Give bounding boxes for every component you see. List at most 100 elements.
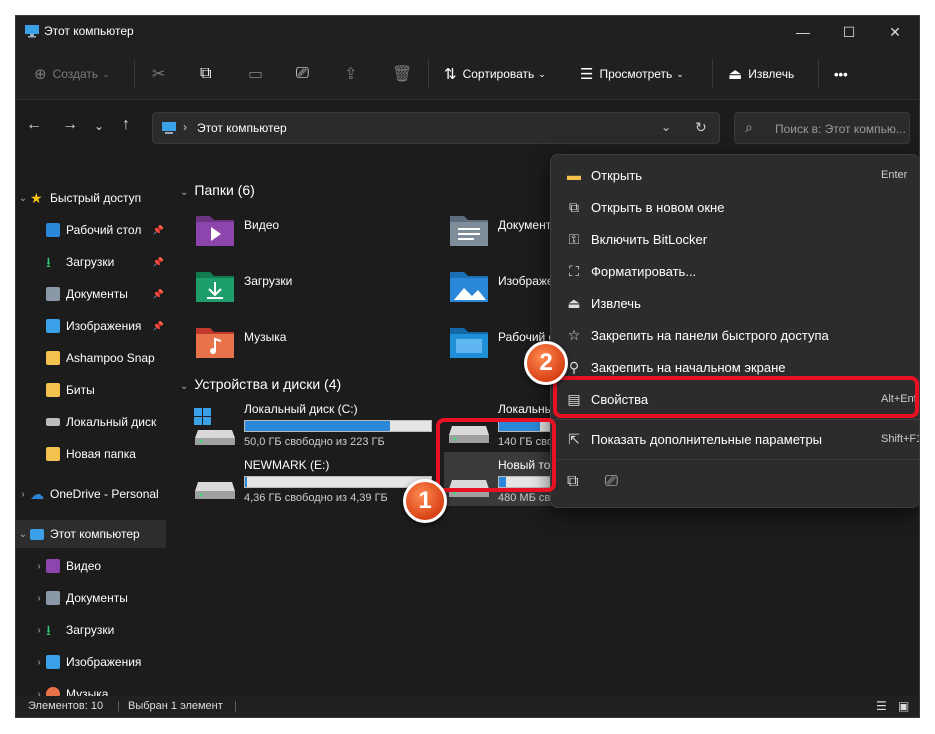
sidebar-item-local-disk[interactable]: Локальный диск <box>16 408 166 436</box>
breadcrumb[interactable]: Этот компьютер <box>197 121 287 135</box>
search-input[interactable]: ⌕ Поиск в: Этот компью... <box>734 112 910 144</box>
sidebar-item-bits[interactable]: Биты <box>16 376 166 404</box>
menu-item-bitlocker[interactable]: ⚿ Включить BitLocker <box>551 223 919 255</box>
history-chevron-icon[interactable]: ⌄ <box>661 120 671 134</box>
copy-icon[interactable]: ⧉ <box>567 473 578 491</box>
address-bar[interactable]: › Этот компьютер ⌄ ↻ <box>152 112 720 144</box>
sidebar-item-pc-documents[interactable]: › Документы <box>16 584 166 612</box>
menu-item-eject[interactable]: ⏏ Извлечь <box>551 287 919 319</box>
context-menu: ▬ Открыть Enter ⧉ Открыть в новом окне ⚿ Вкл… <box>550 154 919 508</box>
system-drive-icon <box>194 408 235 445</box>
sidebar-item-label: Локальный диск <box>66 415 157 429</box>
up-icon[interactable]: ↑ <box>122 116 130 134</box>
rename-icon[interactable]: ⎚ <box>605 473 618 491</box>
chevron-down-icon: ⌄ <box>18 528 28 540</box>
folder-label: Загрузки <box>244 274 293 288</box>
forward-icon[interactable]: → <box>62 116 78 134</box>
drives-section-header[interactable]: ⌄ Устройства и диски (4) <box>180 376 341 392</box>
sidebar-item-label: Изображения <box>66 655 142 669</box>
document-folder-icon <box>450 216 488 246</box>
command-bar: ⊕ Создать ⌄ ✂ ⧉ ▭ ⎚ ⇪ 🗑 ⇅ Сортировать ⌄ ☰ Про… <box>16 48 919 100</box>
sort-button[interactable]: ⇅ Сортировать ⌄ <box>444 48 546 100</box>
folder-video[interactable]: Видео <box>194 210 434 258</box>
sidebar-item-this-pc[interactable]: ⌄ Этот компьютер <box>16 520 166 548</box>
sidebar-item-documents[interactable]: Документы 📌 <box>16 280 166 308</box>
document-icon <box>46 287 60 301</box>
share-icon: ⇪ <box>344 66 358 83</box>
title-bar: Этот компьютер — ☐ ✕ <box>16 16 919 48</box>
menu-item-shortcut: Enter <box>881 169 908 181</box>
drive-highlight <box>436 418 556 492</box>
drive-usage-bar <box>244 420 432 432</box>
folder-downloads[interactable]: Загрузки <box>194 266 434 314</box>
desktop-icon <box>46 223 60 237</box>
folder-music[interactable]: Музыка <box>194 322 434 370</box>
search-placeholder: Поиск в: Этот компью... <box>775 122 906 136</box>
eject-icon: ⏏ <box>567 294 581 311</box>
recent-chevron-icon[interactable]: ⌄ <box>94 119 104 133</box>
video-folder-icon <box>196 216 234 246</box>
drive-icon <box>195 482 235 499</box>
desktop-folder-icon <box>450 328 488 358</box>
menu-item-more-options[interactable]: ⇱ Показать дополнительные параметры Shift+… <box>551 423 919 455</box>
maximize-button[interactable]: ☐ <box>826 16 872 48</box>
sidebar-item-new-folder[interactable]: Новая папка <box>16 440 166 468</box>
close-icon: ✕ <box>889 23 901 40</box>
chevron-down-icon: ⌄ <box>538 68 546 79</box>
paste-button[interactable]: ▭ <box>248 48 263 100</box>
sidebar-item-label: Биты <box>66 383 95 397</box>
menu-item-label: Извлечь <box>591 295 641 311</box>
download-icon: ⭳ <box>46 622 51 638</box>
back-icon[interactable]: ← <box>26 116 42 134</box>
chevron-right-icon: › <box>37 624 41 636</box>
details-view-icon[interactable]: ☰ <box>876 699 887 713</box>
sidebar-item-pc-video[interactable]: › Видео <box>16 552 166 580</box>
copy-button[interactable]: ⧉ <box>200 48 211 100</box>
view-button[interactable]: ☰ Просмотреть ⌄ <box>580 48 684 100</box>
cloud-icon: ☁ <box>30 486 44 502</box>
tiles-view-icon[interactable]: ▣ <box>898 699 909 713</box>
drive-c[interactable]: Локальный диск (C:) 50,0 ГБ свободно из … <box>194 402 434 454</box>
video-folder-icon <box>46 559 60 573</box>
eject-button[interactable]: ⏏ Извлечь <box>728 48 794 100</box>
drive-e[interactable]: NEWMARK (E:) 4,36 ГБ свободно из 4,39 ГБ <box>194 458 434 510</box>
menu-item-format[interactable]: ⛶ Форматировать... <box>551 255 919 287</box>
menu-item-open[interactable]: ▬ Открыть Enter <box>551 159 919 191</box>
search-icon: ⌕ <box>745 119 753 135</box>
folder-label: Видео <box>244 218 280 232</box>
sidebar-item-label: Загрузки <box>66 623 115 637</box>
close-button[interactable]: ✕ <box>872 16 918 48</box>
eject-label: Извлечь <box>748 67 795 81</box>
chevron-down-icon: ⌄ <box>102 68 110 79</box>
cut-button[interactable]: ✂ <box>152 48 165 100</box>
create-button[interactable]: ⊕ Создать ⌄ <box>34 48 110 100</box>
sidebar-item-pc-images[interactable]: › Изображения <box>16 648 166 676</box>
folder-icon <box>46 383 60 397</box>
drive-usage-fill <box>245 477 247 487</box>
menu-item-label: Открыть <box>591 167 643 183</box>
delete-button[interactable]: 🗑 <box>392 48 412 100</box>
sidebar-item-downloads[interactable]: ⭳ Загрузки 📌 <box>16 248 166 276</box>
more-button[interactable]: ••• <box>834 48 848 100</box>
sidebar-item-ashampoo[interactable]: Ashampoo Snap <box>16 344 166 372</box>
minimize-button[interactable]: — <box>780 16 826 48</box>
chevron-down-icon: ⌄ <box>180 187 189 198</box>
sidebar-item-pc-downloads[interactable]: › ⭳ Загрузки <box>16 616 166 644</box>
folders-section-header[interactable]: ⌄ Папки (6) <box>180 182 255 198</box>
refresh-icon[interactable]: ↻ <box>695 119 707 136</box>
sidebar-item-desktop[interactable]: Рабочий стол 📌 <box>16 216 166 244</box>
rename-button[interactable]: ⎚ <box>296 48 309 100</box>
plus-circle-icon: ⊕ <box>34 66 47 83</box>
drive-name: NEWMARK (E:) <box>244 458 330 472</box>
sidebar-item-quick-access[interactable]: ⌄ ★ Быстрый доступ <box>16 184 166 212</box>
share-button[interactable]: ⇪ <box>344 48 357 100</box>
sidebar-item-label: Видео <box>66 559 102 573</box>
pin-icon: 📌 <box>152 288 164 299</box>
sidebar-item-onedrive[interactable]: › ☁ OneDrive - Personal <box>16 480 166 508</box>
menu-item-pin-quick-access[interactable]: ☆ Закрепить на панели быстрого доступа <box>551 319 919 351</box>
sidebar-item-label: Быстрый доступ <box>50 191 142 205</box>
menu-item-open-new-window[interactable]: ⧉ Открыть в новом окне <box>551 191 919 223</box>
view-label: Просмотреть <box>599 67 673 81</box>
separator <box>134 60 135 88</box>
sidebar-item-images[interactable]: Изображения 📌 <box>16 312 166 340</box>
